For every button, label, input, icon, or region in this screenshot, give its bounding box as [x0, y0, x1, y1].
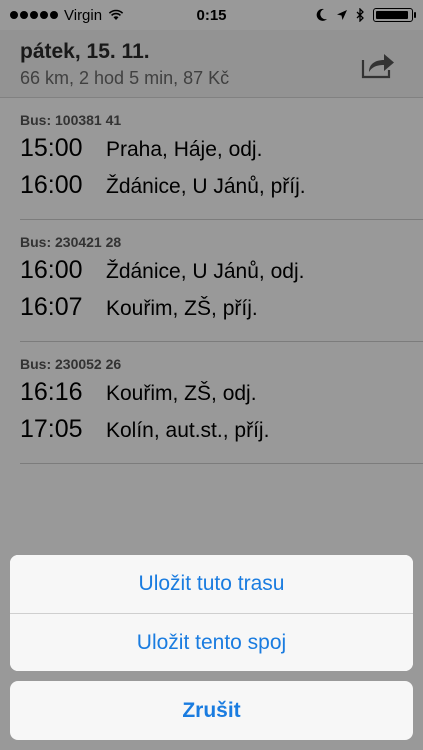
save-connection-button[interactable]: Uložit tento spoj	[10, 613, 413, 671]
cancel-button[interactable]: Zrušit	[10, 681, 413, 740]
action-sheet-cancel-group: Zrušit	[10, 681, 413, 740]
action-sheet: Uložit tuto trasu Uložit tento spoj	[10, 555, 413, 671]
save-route-button[interactable]: Uložit tuto trasu	[10, 555, 413, 613]
